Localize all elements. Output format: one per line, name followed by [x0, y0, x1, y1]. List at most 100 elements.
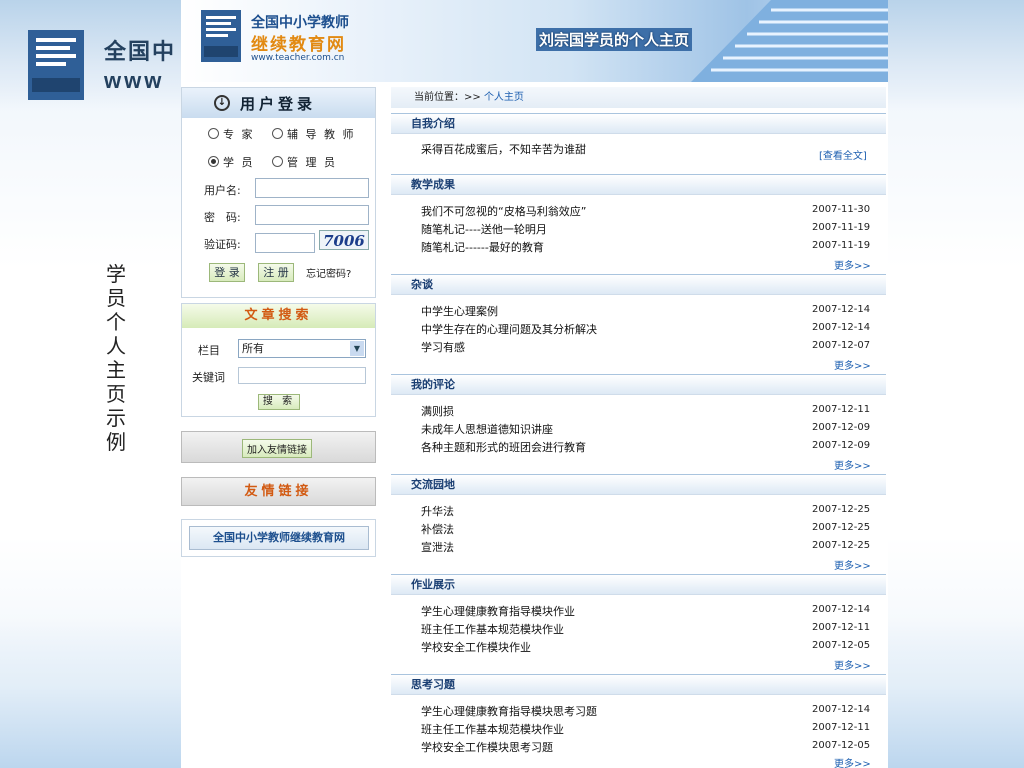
list-item-link[interactable]: 各种主题和形式的班团会进行教育	[421, 439, 586, 455]
captcha-label: 验证码:	[204, 238, 241, 251]
site-url: www.teacher.com.cn	[251, 53, 345, 63]
password-label: 密 码:	[204, 211, 241, 224]
column-label: 栏目	[198, 344, 220, 357]
section-title: 我的评论	[391, 374, 886, 395]
username-label: 用户名:	[204, 184, 241, 197]
breadcrumb: 当前位置：>> 个人主页	[391, 87, 886, 108]
login-panel: ↓ 用户登录 专 家 辅 导 教 师 学 员 管 理 员 用户名: 密 码: 验…	[181, 87, 376, 298]
add-friend-link-button[interactable]: 加入友情链接	[242, 439, 312, 458]
list-item-link[interactable]: 升华法	[421, 503, 454, 519]
role-tutor[interactable]: 辅 导 教 师	[272, 128, 356, 141]
view-full-text-link[interactable]: [查看全文]	[819, 147, 867, 162]
search-button[interactable]: 搜 索	[258, 394, 300, 410]
section-title: 交流园地	[391, 474, 886, 495]
list-item-date: 2007-12-07	[812, 340, 871, 351]
list-item-date: 2007-12-11	[812, 722, 871, 733]
background-site-url: www	[104, 68, 165, 93]
background-site-name: 全国中	[104, 39, 177, 64]
breadcrumb-prefix: 当前位置：>>	[414, 92, 484, 103]
list-item-link[interactable]: 随笔札记----送他一轮明月	[421, 221, 547, 237]
self-intro-text: 采得百花成蜜后，不知辛苦为谁甜	[421, 143, 586, 156]
list-item-link[interactable]: 中学生存在的心理问题及其分析解决	[421, 321, 597, 337]
more-link[interactable]: 更多>>	[834, 755, 871, 768]
list-item-link[interactable]: 我们不可忽视的“皮格马利翁效应”	[421, 203, 586, 219]
password-field[interactable]	[255, 205, 369, 225]
role-admin[interactable]: 管 理 员	[272, 156, 337, 169]
captcha-image: 7006	[319, 230, 369, 250]
section-my-comments: 我的评论 满则损 2007-12-11 未成年人思想道德知识讲座 2007-12…	[391, 374, 886, 474]
section-exchange: 交流园地 升华法 2007-12-25 补偿法 2007-12-25 宣泄法 2…	[391, 474, 886, 574]
login-title: 用户登录	[240, 95, 317, 113]
site-subtitle: 继续教育网	[251, 35, 346, 55]
more-link[interactable]: 更多>>	[834, 257, 871, 272]
list-item-link[interactable]: 未成年人思想道德知识讲座	[421, 421, 553, 437]
list-item-link[interactable]: 班主任工作基本规范模块作业	[421, 621, 564, 637]
captcha-field[interactable]	[255, 233, 315, 253]
section-teaching-results: 教学成果 我们不可忽视的“皮格马利翁效应” 2007-11-30 随笔札记---…	[391, 174, 886, 274]
personal-homepage: 全国中小学教师 继续教育网 www.teacher.com.cn 刘宗国学员的个…	[181, 0, 888, 768]
section-exercises: 思考习题 学生心理健康教育指导模块思考习题 2007-12-14 班主任工作基本…	[391, 674, 886, 768]
page-owner-title: 刘宗国学员的个人主页	[536, 28, 693, 51]
forgot-password-link[interactable]: 忘记密码?	[306, 265, 351, 280]
more-link[interactable]: 更多>>	[834, 557, 871, 572]
teacher-logo-icon	[28, 30, 84, 103]
list-item-date: 2007-11-19	[812, 222, 871, 233]
list-item-date: 2007-12-05	[812, 640, 871, 651]
friend-links-panel: 全国中小学教师继续教育网	[181, 519, 376, 557]
list-item-link[interactable]: 班主任工作基本规范模块作业	[421, 721, 564, 737]
list-item-link[interactable]: 中学生心理案例	[421, 303, 498, 319]
section-title: 杂谈	[391, 274, 886, 295]
more-link[interactable]: 更多>>	[834, 357, 871, 372]
register-button[interactable]: 注 册	[258, 263, 294, 282]
section-essays: 杂谈 中学生心理案例 2007-12-14 中学生存在的心理问题及其分析解决 2…	[391, 274, 886, 374]
section-title: 思考习题	[391, 674, 886, 695]
list-item-link[interactable]: 学生心理健康教育指导模块作业	[421, 603, 575, 619]
list-item-date: 2007-12-25	[812, 540, 871, 551]
radio-icon[interactable]	[272, 156, 283, 167]
list-item-link[interactable]: 学生心理健康教育指导模块思考习题	[421, 703, 597, 719]
radio-icon[interactable]	[272, 128, 283, 139]
more-link[interactable]: 更多>>	[834, 657, 871, 672]
add-link-bar: 加入友情链接	[181, 431, 376, 463]
list-item-date: 2007-12-14	[812, 704, 871, 715]
keyword-label: 关键词	[192, 371, 225, 384]
list-item-link[interactable]: 学校安全工作模块思考习题	[421, 739, 553, 755]
list-item-date: 2007-12-11	[812, 404, 871, 415]
search-title: 文章搜索	[182, 304, 375, 328]
section-title: 作业展示	[391, 574, 886, 595]
list-item-link[interactable]: 学习有感	[421, 339, 465, 355]
radio-selected-icon[interactable]	[208, 156, 219, 167]
role-expert[interactable]: 专 家	[208, 128, 255, 141]
list-item-date: 2007-12-14	[812, 604, 871, 615]
left-sidebar: ↓ 用户登录 专 家 辅 导 教 师 学 员 管 理 员 用户名: 密 码: 验…	[181, 87, 376, 557]
chevron-down-icon[interactable]: ▼	[350, 341, 364, 356]
login-button[interactable]: 登 录	[209, 263, 245, 282]
list-item-date: 2007-12-25	[812, 504, 871, 515]
role-student[interactable]: 学 员	[208, 156, 255, 169]
list-item-date: 2007-12-05	[812, 740, 871, 751]
section-title: 自我介绍	[391, 113, 886, 134]
username-field[interactable]	[255, 178, 369, 198]
section-homework: 作业展示 学生心理健康教育指导模块作业 2007-12-14 班主任工作基本规范…	[391, 574, 886, 674]
breadcrumb-current[interactable]: 个人主页	[484, 92, 524, 103]
role-row-1: 专 家 辅 导 教 师	[208, 126, 356, 142]
list-item-date: 2007-12-14	[812, 322, 871, 333]
list-item-link[interactable]: 补偿法	[421, 521, 454, 537]
site-banner: 全国中小学教师 继续教育网 www.teacher.com.cn 刘宗国学员的个…	[181, 0, 888, 82]
column-select[interactable]: 所有 ▼	[238, 339, 366, 358]
more-link[interactable]: 更多>>	[834, 457, 871, 472]
list-item-date: 2007-12-09	[812, 440, 871, 451]
list-item-link[interactable]: 满则损	[421, 403, 454, 419]
section-self-intro: 自我介绍 采得百花成蜜后，不知辛苦为谁甜 [查看全文]	[391, 113, 886, 177]
article-search-panel: 文章搜索 栏目 所有 ▼ 关键词 搜 索	[181, 303, 376, 417]
site-logo-icon[interactable]	[201, 10, 241, 65]
radio-icon[interactable]	[208, 128, 219, 139]
keyword-input[interactable]	[238, 367, 366, 384]
login-header: ↓ 用户登录	[182, 88, 375, 118]
friend-link-teacher-site[interactable]: 全国中小学教师继续教育网	[189, 526, 369, 550]
list-item-link[interactable]: 宣泄法	[421, 539, 454, 555]
list-item-link[interactable]: 学校安全工作模块作业	[421, 639, 531, 655]
list-item-link[interactable]: 随笔札记------最好的教育	[421, 239, 544, 255]
section-title: 教学成果	[391, 174, 886, 195]
list-item-date: 2007-12-11	[812, 622, 871, 633]
